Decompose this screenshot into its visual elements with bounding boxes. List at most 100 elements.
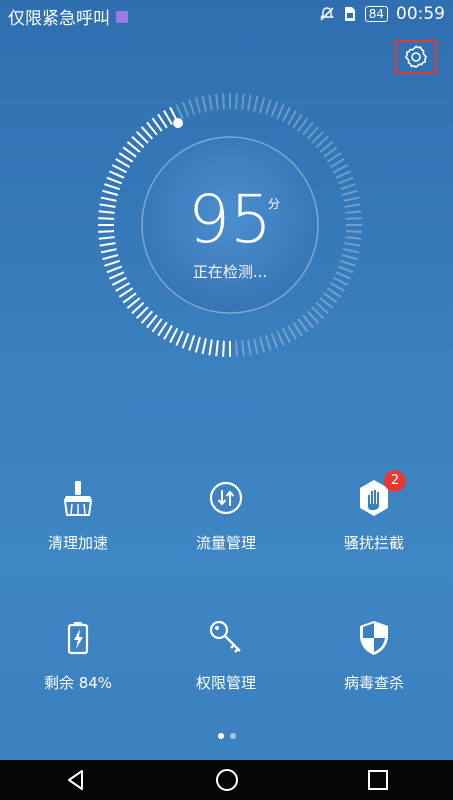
progress-tick	[109, 170, 125, 179]
progress-tick	[332, 276, 349, 286]
progress-tick	[343, 196, 360, 202]
progress-tick	[343, 248, 360, 254]
progress-tick	[235, 93, 238, 110]
progress-tick	[323, 146, 338, 158]
tile-traffic-management[interactable]: 流量管理	[156, 458, 296, 574]
back-icon	[67, 770, 83, 790]
progress-tick	[201, 338, 207, 355]
clock: 00:59	[396, 4, 445, 24]
progress-tick	[292, 321, 303, 337]
progress-tick	[340, 259, 356, 267]
battery-icon	[67, 622, 89, 655]
recents-button[interactable]	[358, 760, 398, 800]
progress-tick	[345, 236, 362, 240]
page-indicator	[0, 733, 453, 739]
progress-tick	[102, 254, 119, 261]
progress-tick	[335, 271, 351, 280]
sim-icon	[344, 7, 355, 21]
progress-tick	[332, 164, 349, 174]
progress-tick	[175, 330, 184, 346]
progress-tick	[99, 242, 116, 247]
tile-permission-management[interactable]: 权限管理	[156, 598, 296, 714]
progress-tick	[104, 259, 120, 267]
progress-tick	[259, 336, 266, 353]
navigation-bar	[0, 760, 453, 800]
progress-tick	[341, 254, 358, 261]
scan-status: 正在检测...	[192, 263, 268, 281]
feature-grid: 清理加速 流量管理 2 骚扰拦截 剩余 84% 权限管理 病毒查杀	[0, 458, 453, 720]
home-button[interactable]	[207, 760, 247, 800]
progress-tick	[98, 217, 115, 220]
progress-tick	[118, 152, 134, 163]
progress-tick	[157, 113, 168, 129]
phone-screen: 仅限紧急呼叫 84 00:59 95 分 正在检测... 清理加速 流量管理 2…	[0, 0, 453, 800]
progress-tick	[337, 265, 354, 274]
progress-tick	[345, 210, 362, 214]
progress-tick	[169, 327, 179, 344]
progress-tick	[276, 104, 285, 120]
progress-tick	[106, 176, 123, 185]
tile-virus-scan[interactable]: 病毒查杀	[304, 598, 444, 714]
progress-tick	[264, 335, 272, 351]
progress-tick	[215, 340, 219, 357]
progress-tick	[253, 338, 259, 355]
recents-icon	[367, 770, 388, 790]
back-button[interactable]	[56, 760, 96, 800]
shield-icon	[360, 621, 388, 655]
progress-tick	[100, 196, 117, 202]
progress-tick	[326, 152, 342, 163]
progress-tick	[287, 110, 297, 126]
tile-clean-boost[interactable]: 清理加速	[8, 458, 148, 574]
progress-tick	[98, 230, 115, 233]
home-icon	[215, 769, 238, 791]
progress-tick	[344, 242, 361, 247]
progress-tick	[241, 93, 245, 110]
progress-tick	[222, 340, 225, 357]
progress-tick	[99, 203, 116, 208]
progress-tick	[163, 324, 173, 340]
progress-tick	[222, 93, 225, 110]
tile-label: 骚扰拦截	[343, 534, 404, 552]
progress-tick	[335, 170, 351, 179]
progress-tick	[287, 324, 297, 340]
progress-tick	[100, 248, 117, 254]
tile-label: 剩余 84%	[43, 674, 113, 692]
progress-tick	[122, 146, 137, 158]
key-icon	[209, 620, 241, 653]
progress-tick	[215, 93, 219, 110]
gear-icon	[405, 45, 427, 68]
progress-tick	[344, 203, 361, 208]
status-bar: 仅限紧急呼叫 84 00:59	[0, 0, 453, 30]
score-value: 95	[188, 181, 272, 258]
progress-tick	[329, 282, 345, 292]
battery-indicator: 84	[364, 6, 388, 22]
score-unit: 分	[268, 197, 281, 211]
progress-tick	[151, 117, 163, 132]
progress-tick	[253, 95, 259, 112]
tile-label: 权限管理	[195, 674, 256, 692]
settings-button[interactable]	[395, 40, 437, 74]
progress-tick	[194, 97, 201, 114]
progress-tick	[326, 287, 342, 298]
progress-tick	[98, 236, 115, 240]
progress-tick	[281, 106, 291, 123]
tile-label: 病毒查杀	[343, 674, 404, 692]
progress-tick	[235, 340, 238, 357]
image-notification-icon	[116, 10, 128, 23]
tile-harassment-block[interactable]: 2 骚扰拦截	[304, 458, 444, 574]
progress-tick	[270, 101, 279, 118]
progress-tick	[106, 265, 123, 274]
progress-tick	[264, 99, 272, 115]
progress-tick	[345, 230, 362, 233]
progress-tick	[194, 336, 201, 353]
progress-tick	[157, 321, 168, 337]
progress-tick	[104, 183, 120, 191]
notification-badge: 2	[384, 470, 406, 492]
progress-tick	[115, 282, 131, 292]
progress-tick	[163, 110, 173, 126]
progress-tick	[247, 339, 252, 356]
progress-tick	[109, 271, 125, 280]
progress-tick	[297, 318, 309, 333]
progress-tick	[181, 101, 190, 118]
tile-battery[interactable]: 剩余 84%	[8, 598, 148, 714]
